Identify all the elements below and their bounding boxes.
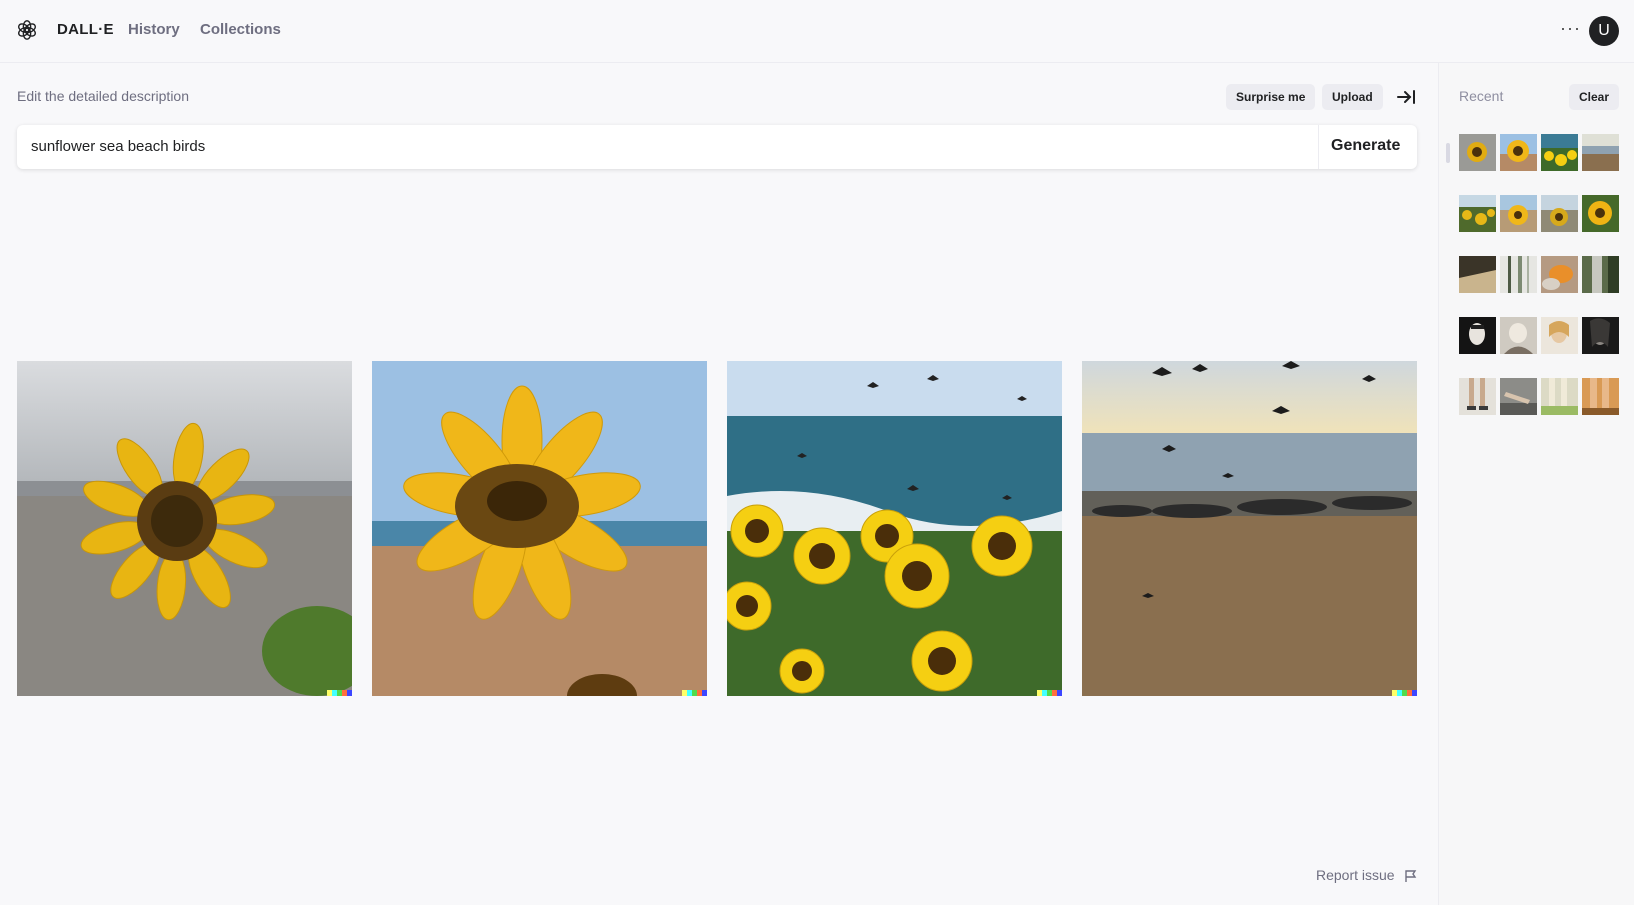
result-image-2[interactable] <box>372 361 707 696</box>
flag-icon[interactable] <box>1404 869 1417 883</box>
user-avatar[interactable]: U <box>1589 16 1619 46</box>
recent-thumbnail[interactable] <box>1500 317 1537 354</box>
nav-collections[interactable]: Collections <box>200 21 281 38</box>
upload-button[interactable]: Upload <box>1322 84 1383 110</box>
recent-thumbnail[interactable] <box>1541 195 1578 232</box>
divider <box>1318 125 1319 169</box>
recent-thumbnail[interactable] <box>1500 195 1537 232</box>
generate-button[interactable]: Generate <box>1331 137 1400 155</box>
dalle-signature <box>682 690 707 696</box>
recent-thumbnail[interactable] <box>1459 317 1496 354</box>
dalle-signature <box>1392 690 1417 696</box>
openai-logo-icon[interactable] <box>16 19 38 41</box>
recent-thumbnail[interactable] <box>1459 256 1496 293</box>
brand-link[interactable]: DALL·E <box>57 21 114 38</box>
recent-thumbnail[interactable] <box>1459 378 1496 415</box>
recent-thumbnail[interactable] <box>1541 134 1578 171</box>
dalle-signature <box>327 690 352 696</box>
top-bar: DALL·E History Collections ··· U <box>0 0 1634 63</box>
recent-thumbnail[interactable] <box>1582 256 1619 293</box>
surprise-me-button[interactable]: Surprise me <box>1226 84 1316 110</box>
prompt-label: Edit the detailed description <box>17 88 189 104</box>
recent-thumbnail[interactable] <box>1582 195 1619 232</box>
dalle-signature <box>1037 690 1062 696</box>
prompt-bar: Generate <box>17 125 1417 169</box>
recent-thumbnail[interactable] <box>1500 134 1537 171</box>
nav-history[interactable]: History <box>128 21 180 38</box>
clear-history-button[interactable]: Clear <box>1569 84 1620 110</box>
recent-thumbnail[interactable] <box>1459 134 1496 171</box>
recent-thumbnail[interactable] <box>1582 378 1619 415</box>
recent-thumbnail[interactable] <box>1500 378 1537 415</box>
prompt-input[interactable] <box>31 138 1231 155</box>
arrow-right-to-bar-icon[interactable] <box>1395 86 1417 108</box>
result-image-1[interactable] <box>17 361 352 696</box>
scrollbar[interactable] <box>1446 143 1450 163</box>
recent-thumbnail[interactable] <box>1500 256 1537 293</box>
recent-title: Recent <box>1459 88 1504 104</box>
recent-thumbnail[interactable] <box>1541 378 1578 415</box>
recent-thumbnail[interactable] <box>1582 317 1619 354</box>
recent-thumbnail[interactable] <box>1459 195 1496 232</box>
recent-thumbnail[interactable] <box>1541 256 1578 293</box>
result-image-3[interactable] <box>727 361 1062 696</box>
recent-thumbnail[interactable] <box>1541 317 1578 354</box>
report-issue-link[interactable]: Report issue <box>1316 867 1395 883</box>
result-image-4[interactable] <box>1082 361 1417 696</box>
ellipsis-icon[interactable]: ··· <box>1560 18 1581 39</box>
recent-sidebar: Recent Clear <box>1438 63 1634 905</box>
recent-thumbnail[interactable] <box>1582 134 1619 171</box>
